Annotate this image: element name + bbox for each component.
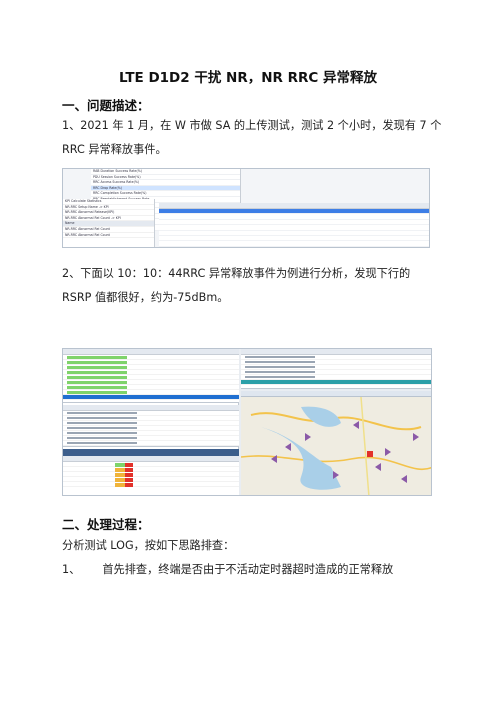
event-list (241, 349, 431, 389)
list-item-1-number: 1、 (62, 563, 81, 576)
paragraph-problem-1: 1、2021 年 1 月，在 W 市做 SA 的上传测试，测试 2 个小时，发现… (62, 119, 442, 156)
paragraph-problem-2: 2、下面以 10：10：44RRC 异常释放事件为例进行分析，发现下行的 RSR… (62, 267, 411, 304)
kpi-statistics-screenshot: RAB Duration Success Rate(%) PDU Session… (62, 168, 430, 248)
document-page: LTE D1D2 干扰 NR，NR RRC 异常释放 一、问题描述： 1、202… (0, 0, 496, 702)
tree-row: NR-RRC Abnormal Rel Count (63, 233, 154, 239)
section-heading-process: 二、处理过程： (62, 517, 150, 532)
event-list-panel (159, 203, 429, 247)
message-row-selected (63, 395, 239, 400)
section-heading-problem: 一、问题描述： (62, 98, 150, 113)
event-list-row (159, 241, 429, 247)
kpi-tree-panel: KPI Calculate Statistics NR-RRC Setup Na… (63, 199, 155, 247)
map-view[interactable] (241, 391, 431, 495)
map-canvas (241, 396, 431, 495)
signalling-panel (63, 349, 239, 495)
event-table (63, 405, 239, 447)
message-table (63, 349, 239, 403)
document-title: LTE D1D2 干扰 NR，NR RRC 异常释放 (118, 70, 378, 86)
paragraph-process-intro: 分析测试 LOG，按如下思路排查： (62, 539, 235, 552)
event-row-selected (241, 380, 431, 385)
signalling-map-screenshot (62, 348, 432, 496)
measurement-table (63, 449, 239, 495)
list-item-1-text: 首先排查，终端是否由于不活动定时器超时造成的正常释放 (102, 563, 394, 576)
right-panels (241, 349, 431, 495)
list-item-1: 1、 首先排查，终端是否由于不活动定时器超时造成的正常释放 (62, 558, 442, 582)
